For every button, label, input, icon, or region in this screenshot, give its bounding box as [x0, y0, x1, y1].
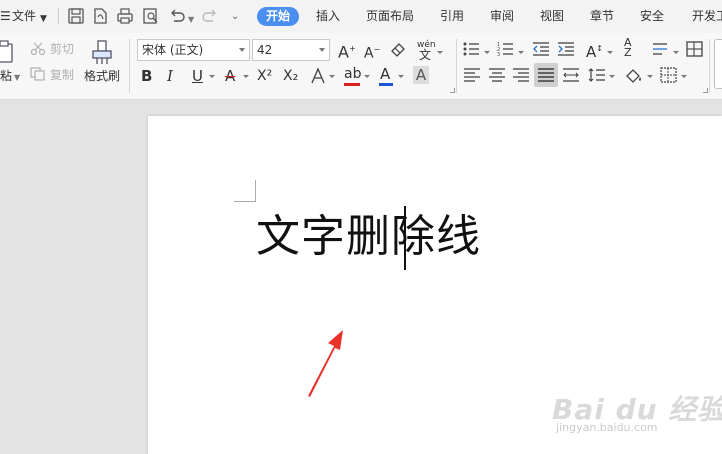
- text-effect-icon[interactable]: [310, 67, 326, 85]
- paste-button[interactable]: 粘: [0, 69, 12, 83]
- export-pdf-icon[interactable]: [91, 7, 109, 25]
- strikethrough-button[interactable]: A: [225, 67, 235, 85]
- chevron-down-icon[interactable]: ▼: [40, 11, 47, 27]
- underline-button[interactable]: U: [192, 67, 203, 85]
- format-painter-button[interactable]: 格式刷: [84, 69, 120, 83]
- undo-icon[interactable]: [168, 7, 186, 25]
- bullet-list-icon[interactable]: [463, 41, 481, 57]
- baidu-watermark: Bai du 经验 jingyan.baidu.com: [548, 378, 722, 438]
- save-icon[interactable]: [67, 7, 85, 25]
- font-size-value: 42: [257, 43, 273, 57]
- tab-review[interactable]: 审阅: [490, 7, 514, 26]
- font-name-value: 宋体 (正文): [142, 43, 204, 57]
- undo-dropdown-icon[interactable]: ▼: [188, 12, 194, 28]
- distributed-align-icon[interactable]: [562, 67, 580, 83]
- char-shading-button[interactable]: A: [413, 66, 429, 84]
- chevron-down-icon[interactable]: [607, 51, 613, 54]
- tab-security[interactable]: 安全: [640, 7, 664, 26]
- tab-references[interactable]: 引用: [440, 7, 464, 26]
- font-color-bar: [379, 83, 393, 86]
- increase-indent-icon[interactable]: [557, 41, 575, 57]
- tab-developer[interactable]: 开发工: [692, 7, 722, 26]
- hamburger-icon[interactable]: ☰: [0, 8, 11, 24]
- align-left-icon[interactable]: [463, 67, 481, 83]
- chevron-down-icon[interactable]: [364, 75, 370, 78]
- paste-dropdown-icon[interactable]: ▼: [14, 71, 20, 85]
- tab-view[interactable]: 视图: [540, 7, 564, 26]
- decrease-font-size-icon[interactable]: A−: [364, 41, 380, 63]
- chevron-down-icon[interactable]: [398, 75, 404, 78]
- font-color-button[interactable]: A: [380, 65, 390, 83]
- text-cursor: [404, 206, 406, 270]
- tab-insert[interactable]: 插入: [316, 7, 340, 26]
- cut-button[interactable]: 剪切: [50, 42, 74, 56]
- chevron-down-icon: [319, 48, 325, 52]
- align-center-icon[interactable]: [488, 67, 506, 83]
- format-painter-icon[interactable]: [91, 40, 113, 66]
- scissors-icon[interactable]: [30, 42, 46, 56]
- paragraph-dialog-launcher[interactable]: [703, 88, 708, 93]
- font-name-select[interactable]: 宋体 (正文): [137, 39, 250, 61]
- chevron-down-icon[interactable]: [209, 75, 215, 78]
- menu-bar: ☰ 文件 ▼ ▼ ⌄ 开始 插入 页面布局 引用 审阅 视图 章节 安全 开发工: [0, 0, 722, 33]
- redo-icon[interactable]: [201, 7, 219, 25]
- superscript-button[interactable]: X²: [257, 67, 272, 85]
- copy-button[interactable]: 复制: [50, 68, 74, 82]
- customize-toolbar-icon[interactable]: ⌄: [231, 9, 239, 25]
- italic-button[interactable]: I: [167, 67, 173, 85]
- align-right-icon[interactable]: [512, 67, 530, 83]
- print-icon[interactable]: [116, 7, 134, 25]
- text-before-caret: 文字删: [256, 211, 391, 262]
- chevron-down-icon[interactable]: [329, 75, 335, 78]
- highlight-color-bar: [344, 83, 360, 86]
- clear-format-icon[interactable]: [389, 41, 407, 57]
- shading-icon[interactable]: [624, 67, 644, 85]
- chevron-down-icon[interactable]: [518, 51, 524, 54]
- chevron-down-icon[interactable]: [673, 51, 679, 54]
- change-case-icon[interactable]: A↕: [586, 40, 603, 61]
- paste-icon[interactable]: [0, 40, 16, 64]
- file-menu[interactable]: 文件: [12, 8, 36, 24]
- increase-font-size-icon[interactable]: A+: [338, 40, 356, 61]
- pinyin-guide-char[interactable]: 文: [419, 48, 431, 62]
- show-marks-icon[interactable]: [652, 41, 670, 57]
- group-divider: [129, 39, 130, 93]
- print-preview-icon[interactable]: [142, 7, 160, 25]
- numbered-list-icon[interactable]: 123: [497, 41, 515, 57]
- highlight-button[interactable]: ab: [344, 65, 361, 83]
- watermark-url: jingyan.baidu.com: [556, 421, 658, 434]
- subscript-button[interactable]: X₂: [283, 67, 298, 85]
- decrease-indent-icon[interactable]: [532, 41, 550, 57]
- red-arrow-annotation: [308, 330, 343, 397]
- ribbon-home: 粘 ▼ 剪切 复制 格式刷 宋体 (正文) 42 A+ A− wén 文 B I: [0, 33, 722, 100]
- chevron-down-icon: [239, 48, 245, 52]
- bold-button[interactable]: B: [141, 67, 152, 85]
- chevron-down-icon[interactable]: [437, 51, 443, 54]
- styles-gallery[interactable]: [714, 39, 722, 89]
- font-dialog-launcher[interactable]: [450, 88, 455, 93]
- group-divider: [456, 39, 457, 93]
- tab-home[interactable]: 开始: [257, 7, 300, 26]
- margin-crop-mark: [234, 180, 256, 202]
- group-divider: [709, 39, 710, 93]
- document-text[interactable]: 文字删除线: [256, 208, 481, 266]
- align-justify-icon[interactable]: [537, 67, 555, 83]
- chevron-down-icon[interactable]: [484, 51, 490, 54]
- chevron-down-icon[interactable]: [681, 75, 687, 78]
- tab-page-layout[interactable]: 页面布局: [366, 7, 414, 26]
- line-spacing-icon[interactable]: [588, 67, 606, 83]
- tab-chapter[interactable]: 章节: [590, 7, 614, 26]
- svg-text:3: 3: [497, 52, 500, 57]
- chevron-down-icon[interactable]: [243, 75, 249, 78]
- font-size-select[interactable]: 42: [252, 39, 330, 61]
- chevron-down-icon[interactable]: [647, 75, 653, 78]
- copy-icon[interactable]: [30, 67, 46, 81]
- table-insert-icon[interactable]: [686, 41, 704, 57]
- borders-icon[interactable]: [660, 67, 678, 83]
- sort-icon[interactable]: AZ: [624, 37, 632, 58]
- chevron-down-icon[interactable]: [609, 75, 615, 78]
- divider: [58, 8, 59, 24]
